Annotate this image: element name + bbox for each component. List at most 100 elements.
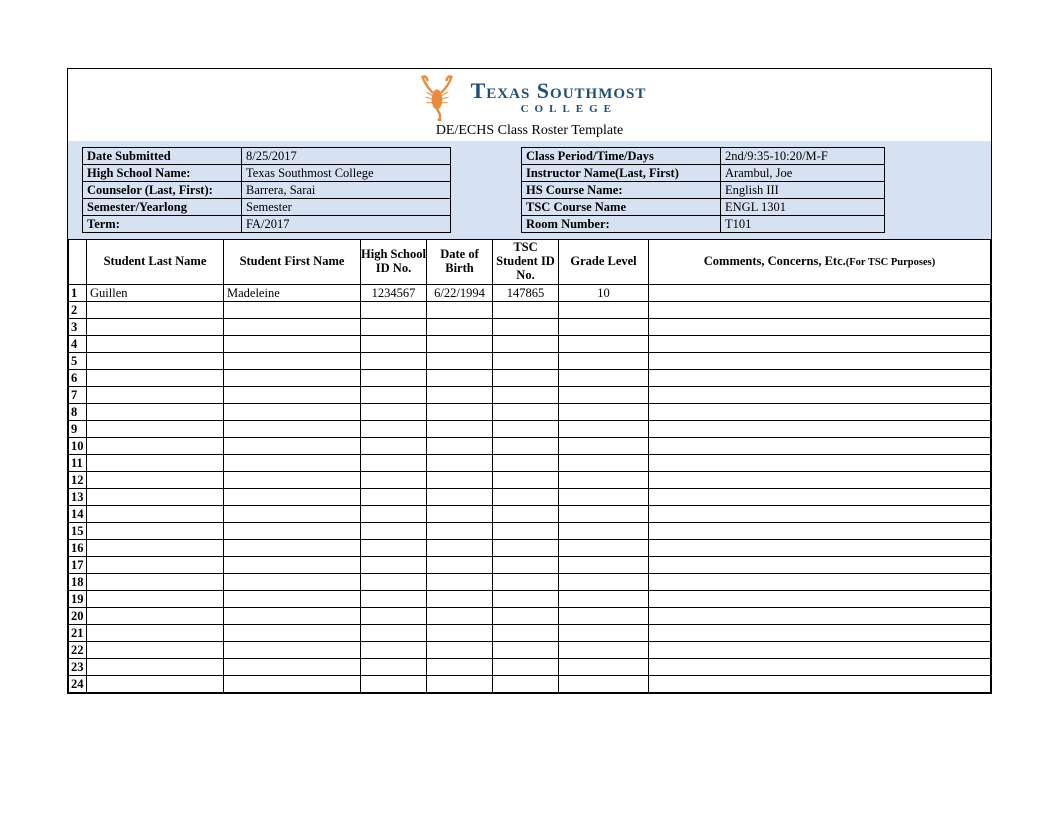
cell-tsc-id (493, 540, 559, 557)
row-number: 4 (69, 336, 87, 353)
cell-last-name (87, 676, 224, 693)
cell-tsc-id (493, 472, 559, 489)
cell-tsc-id (493, 676, 559, 693)
row-number: 18 (69, 574, 87, 591)
cell-hs-id (361, 404, 427, 421)
col-dob: Date of Birth (427, 240, 493, 285)
cell-last-name (87, 353, 224, 370)
cell-last-name (87, 455, 224, 472)
cell-dob (427, 353, 493, 370)
row-number: 22 (69, 642, 87, 659)
table-row: 9 (69, 421, 991, 438)
cell-first-name (224, 676, 361, 693)
cell-tsc-id (493, 370, 559, 387)
info-value: FA/2017 (242, 216, 451, 233)
cell-grade (559, 608, 649, 625)
table-row: 16 (69, 540, 991, 557)
cell-hs-id (361, 455, 427, 472)
cell-tsc-id (493, 455, 559, 472)
cell-comments (649, 523, 991, 540)
cell-grade (559, 438, 649, 455)
scorpion-icon (413, 73, 461, 121)
table-row: 5 (69, 353, 991, 370)
cell-dob (427, 608, 493, 625)
cell-last-name (87, 336, 224, 353)
row-number: 10 (69, 438, 87, 455)
cell-hs-id (361, 642, 427, 659)
cell-comments (649, 404, 991, 421)
cell-first-name (224, 302, 361, 319)
cell-dob (427, 455, 493, 472)
cell-comments (649, 302, 991, 319)
cell-dob (427, 302, 493, 319)
cell-hs-id (361, 659, 427, 676)
cell-last-name (87, 574, 224, 591)
cell-tsc-id (493, 608, 559, 625)
cell-tsc-id (493, 438, 559, 455)
row-number: 14 (69, 506, 87, 523)
row-number: 15 (69, 523, 87, 540)
cell-first-name (224, 506, 361, 523)
college-text-block: Texas Southmost COLLEGE (471, 80, 647, 115)
col-comments-main: Comments, Concerns, Etc. (704, 254, 846, 268)
info-row: Class Period/Time/Days2nd/9:35-10:20/M-F (522, 148, 885, 165)
cell-grade (559, 404, 649, 421)
table-row: 21 (69, 625, 991, 642)
row-number: 1 (69, 285, 87, 302)
col-first-name: Student First Name (224, 240, 361, 285)
info-row: Room Number:T101 (522, 216, 885, 233)
cell-last-name (87, 472, 224, 489)
cell-comments (649, 591, 991, 608)
row-number: 19 (69, 591, 87, 608)
cell-tsc-id (493, 387, 559, 404)
cell-grade (559, 659, 649, 676)
info-band: Date Submitted8/25/2017High School Name:… (68, 141, 991, 239)
info-row: Counselor (Last, First):Barrera, Sarai (83, 182, 451, 199)
info-row: Instructor Name(Last, First)Arambul, Joe (522, 165, 885, 182)
cell-dob (427, 404, 493, 421)
cell-comments (649, 370, 991, 387)
cell-dob (427, 489, 493, 506)
cell-grade (559, 591, 649, 608)
table-row: 10 (69, 438, 991, 455)
col-last-name: Student Last Name (87, 240, 224, 285)
col-rownum (69, 240, 87, 285)
cell-comments (649, 319, 991, 336)
table-row: 1GuillenMadeleine12345676/22/19941478651… (69, 285, 991, 302)
cell-comments (649, 472, 991, 489)
cell-tsc-id (493, 319, 559, 336)
info-label: Date Submitted (83, 148, 242, 165)
cell-grade (559, 353, 649, 370)
cell-dob (427, 506, 493, 523)
cell-hs-id (361, 625, 427, 642)
cell-tsc-id (493, 557, 559, 574)
cell-hs-id (361, 421, 427, 438)
cell-tsc-id (493, 336, 559, 353)
cell-tsc-id (493, 353, 559, 370)
info-label: Instructor Name(Last, First) (522, 165, 721, 182)
table-row: 17 (69, 557, 991, 574)
cell-comments (649, 540, 991, 557)
cell-first-name (224, 438, 361, 455)
college-name: Texas Southmost (471, 80, 647, 102)
info-value: Semester (242, 199, 451, 216)
row-number: 12 (69, 472, 87, 489)
row-number: 7 (69, 387, 87, 404)
cell-last-name (87, 489, 224, 506)
cell-grade (559, 302, 649, 319)
info-label: Term: (83, 216, 242, 233)
cell-hs-id (361, 608, 427, 625)
info-value: Texas Southmost College (242, 165, 451, 182)
table-row: 18 (69, 574, 991, 591)
info-label: Counselor (Last, First): (83, 182, 242, 199)
cell-grade (559, 523, 649, 540)
cell-hs-id (361, 591, 427, 608)
cell-grade (559, 557, 649, 574)
row-number: 11 (69, 455, 87, 472)
col-comments: Comments, Concerns, Etc.(For TSC Purpose… (649, 240, 991, 285)
col-grade: Grade Level (559, 240, 649, 285)
row-number: 9 (69, 421, 87, 438)
cell-comments (649, 336, 991, 353)
cell-comments (649, 353, 991, 370)
info-label: HS Course Name: (522, 182, 721, 199)
